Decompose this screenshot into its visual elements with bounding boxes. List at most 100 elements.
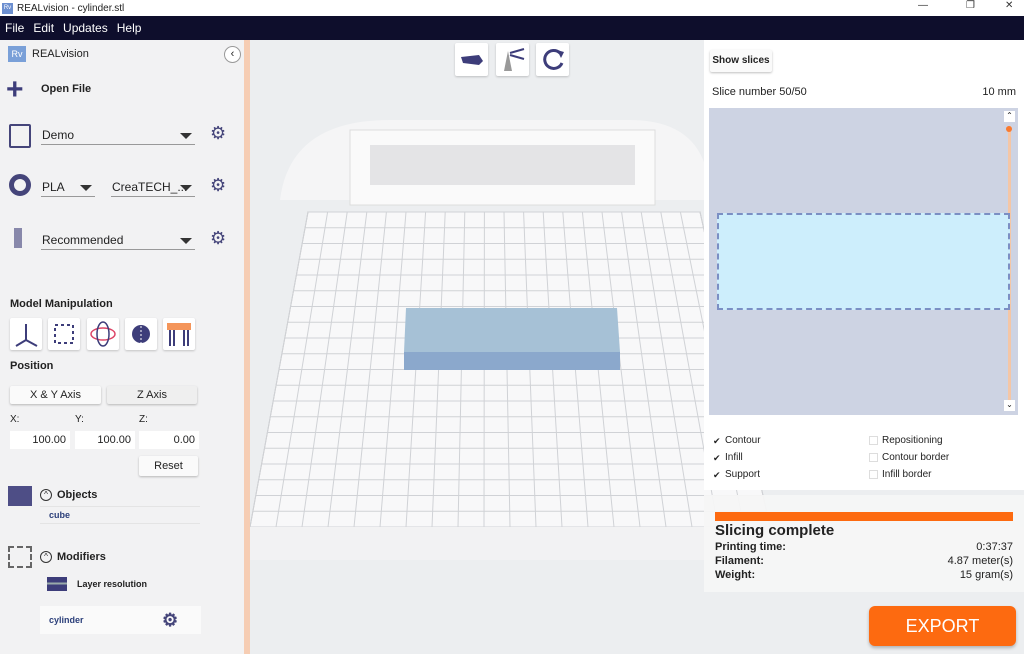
printer-settings-gear-icon[interactable]: ⚙ [210,123,226,144]
checkbox-label: Repositioning [882,435,943,446]
objects-collapse-icon[interactable]: ^ [40,489,52,501]
menu-file[interactable]: File [5,21,24,35]
printing-time-value: 0:37:37 [976,541,1013,553]
scale-icon [54,324,74,344]
rotate-tool-button[interactable] [87,318,119,350]
restore-button[interactable]: ❐ [966,0,975,11]
checkbox-box[interactable] [869,453,878,462]
extruder-icon [14,228,22,248]
reset-view-button[interactable] [536,43,569,76]
modifier-settings-gear-icon[interactable]: ⚙ [162,606,178,634]
open-file-button[interactable]: Open File [41,83,91,95]
modifiers-heading[interactable]: Modifiers [57,551,106,563]
support-tool-button[interactable] [163,318,195,350]
z-position-input[interactable]: 0.00 [139,431,199,449]
window-title: REALvision - cylinder.stl [17,2,125,14]
checkbox-box[interactable]: ✔ [712,436,721,446]
menu-updates[interactable]: Updates [63,21,108,35]
brand-logo-icon: Rv [8,46,26,62]
modifier-icon [8,546,32,568]
checkbox-support[interactable]: ✔ Support [712,469,760,480]
plus-icon[interactable]: + [6,75,24,105]
checkbox-box[interactable] [869,470,878,479]
checkbox-box[interactable]: ✔ [712,470,721,480]
close-button[interactable]: ✕ [1005,0,1013,11]
reset-button[interactable]: Reset [139,456,198,476]
checkbox-contour[interactable]: ✔ Contour [712,435,761,446]
checkbox-repositioning[interactable]: Repositioning [869,435,943,446]
slider-down-button[interactable]: ⌄ [1004,400,1015,411]
show-slices-button[interactable]: Show slices [710,50,772,72]
material-brand-select[interactable]: CreaTECH_... [111,179,195,197]
position-heading: Position [10,360,54,372]
printer-value: Demo [42,128,75,142]
menu-edit[interactable]: Edit [33,21,54,35]
x-position-input[interactable]: 100.00 [10,431,70,449]
y-position-input[interactable]: 100.00 [75,431,135,449]
checkbox-label: Support [725,469,761,480]
sidebar-resize-handle[interactable] [244,40,250,654]
app-logo-icon: Rv [2,2,13,14]
z-label: Z: [139,414,148,425]
scale-tool-button[interactable] [48,318,80,350]
checkbox-box[interactable]: ✔ [712,453,721,463]
material-select[interactable]: PLA [41,179,95,197]
printer-icon [9,124,31,148]
model-cube[interactable] [404,308,620,352]
slicing-status-panel: Slicing complete Printing time: 0:37:37 F… [704,495,1024,592]
checkbox-infill-border[interactable]: Infill border [869,469,931,480]
filament-spool-icon [9,174,31,196]
slider-up-button[interactable]: ⌃ [1004,111,1015,122]
modifier-item[interactable]: cylinder ⚙ [40,606,201,634]
z-axis-button[interactable]: Z Axis [107,386,197,404]
y-label: Y: [75,414,84,425]
profile-value: Recommended [42,233,124,247]
filament-value: 4.87 meter(s) [947,555,1013,567]
profile-settings-gear-icon[interactable]: ⚙ [210,228,226,249]
camera-view-button[interactable] [455,43,488,76]
checkbox-contour-border[interactable]: Contour border [869,452,949,463]
material-settings-gear-icon[interactable]: ⚙ [210,175,226,196]
material-value: PLA [42,180,65,194]
weight-value: 15 gram(s) [959,569,1013,581]
camera-icon [461,55,483,65]
x-label: X: [10,414,20,425]
axes-icon [15,324,38,347]
mirror-tool-button[interactable] [125,318,157,350]
weight-label: Weight: [715,569,756,581]
collapse-sidebar-button[interactable]: ‹ [224,46,241,63]
export-button[interactable]: EXPORT [869,606,1016,646]
slice-height: 10 mm [982,86,1016,98]
checkbox-label: Contour border [882,452,950,463]
slice-contour [717,213,1010,310]
profile-select[interactable]: Recommended [41,232,195,250]
cube-icon [8,486,32,506]
move-tool-button[interactable] [10,318,42,350]
sidebar: Rv REALvision ‹ + Open File Demo ⚙ PLA C… [0,40,244,654]
printing-time-label: Printing time: [715,541,786,553]
checkbox-label: Infill border [882,469,932,480]
printer-select[interactable]: Demo [41,127,195,145]
brand-name: REALvision [32,48,89,60]
xy-axis-button[interactable]: X & Y Axis [10,386,101,404]
filament-label: Filament: [715,555,764,567]
light-view-button[interactable] [496,43,529,76]
layers-icon [47,577,67,591]
support-icon [167,323,191,346]
menu-help[interactable]: Help [117,21,142,35]
modifier-item-label: cylinder [49,615,84,625]
material-brand-value: CreaTECH_... [112,180,188,194]
orbit-icon [90,321,116,347]
slicing-status-title: Slicing complete [715,522,835,539]
slicing-progress-bar [715,512,1013,521]
mirror-icon [132,322,150,346]
menu-bar: File Edit Updates Help [0,16,1024,40]
title-bar: Rv REALvision - cylinder.stl — ❐ ✕ [0,0,1024,16]
modifiers-collapse-icon[interactable]: ^ [40,551,52,563]
objects-heading[interactable]: Objects [57,489,97,501]
minimize-button[interactable]: — [918,0,928,11]
checkbox-infill[interactable]: ✔ Infill [712,452,743,463]
object-item[interactable]: cube [40,506,200,524]
checkbox-box[interactable] [869,436,878,445]
slice-slider-handle[interactable] [1006,126,1012,132]
